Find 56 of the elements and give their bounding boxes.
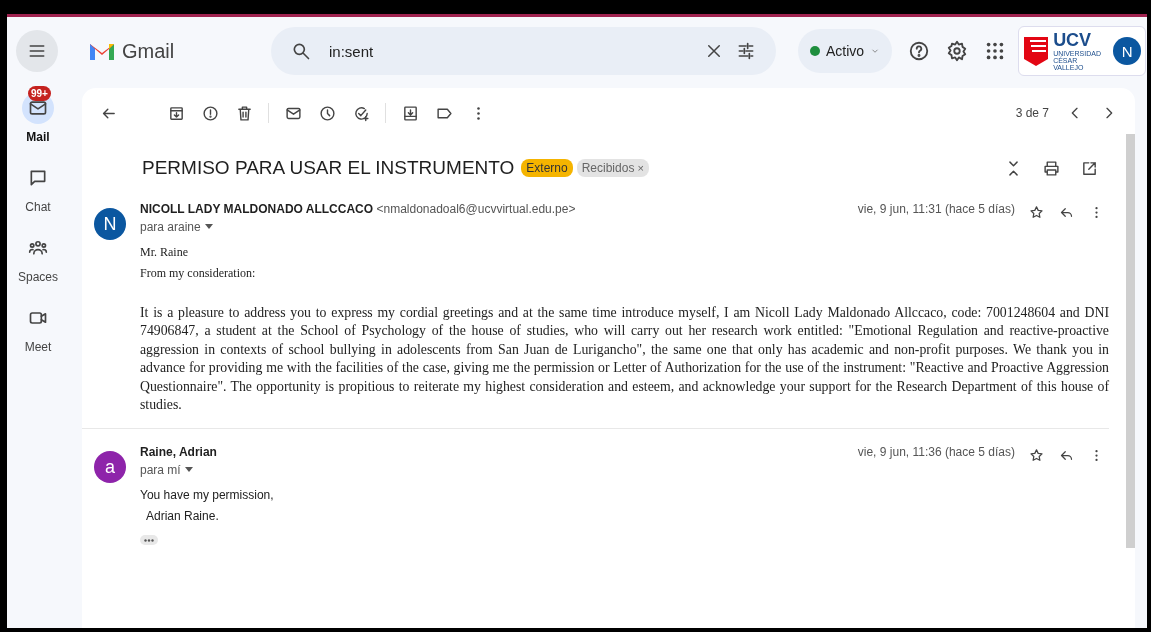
- add-task-icon[interactable]: [352, 104, 370, 122]
- star-icon[interactable]: [1028, 447, 1044, 463]
- filter-icon[interactable]: [736, 41, 756, 61]
- scrollbar[interactable]: [1126, 134, 1135, 548]
- archive-icon[interactable]: [167, 104, 185, 122]
- account-avatar: N: [1113, 37, 1142, 65]
- trash-icon[interactable]: [235, 104, 253, 122]
- people-icon: [28, 238, 48, 258]
- rail-item[interactable]: Spaces: [8, 225, 68, 295]
- message-date: vie, 9 jun, 11:31 (hace 5 días): [857, 202, 1015, 216]
- print-icon[interactable]: [1042, 159, 1060, 177]
- caret-icon: [870, 48, 881, 54]
- app-name: Gmail: [122, 39, 175, 63]
- clock-icon[interactable]: [318, 104, 336, 122]
- sender-avatar: N: [94, 208, 126, 240]
- help-icon[interactable]: [908, 40, 931, 62]
- email-subject: PERMISO PARA USAR EL INSTRUMENTO: [142, 157, 515, 179]
- label-chip[interactable]: Recibidos ×: [576, 159, 649, 177]
- mail-icon: [28, 98, 48, 118]
- dropdown-icon[interactable]: [184, 467, 193, 474]
- remove-icon[interactable]: ×: [637, 162, 644, 174]
- sender-email: <nmaldonadoal6@ucvvirtual.edu.pe>: [376, 202, 576, 216]
- settings-icon[interactable]: [946, 40, 969, 62]
- search-field[interactable]: in:sent: [271, 27, 776, 75]
- dropdown-icon[interactable]: [204, 224, 213, 230]
- body-line: Adrian Raine.: [145, 508, 220, 526]
- move-to-icon[interactable]: [401, 104, 419, 122]
- shield-logo-icon: [1023, 35, 1050, 67]
- sender-name: NICOLL LADY MALDONADO ALLCCACO: [140, 202, 374, 216]
- body-paragraph: It is a pleasure to address you to express my cordial greetings and at the same time introduce myself, I am Nicoll Lady Maldonado Allccaco, code: 7001248604 and DNI 74906847, a student at the School of Psychology of the house of studies, who will carry out her research work entitled: "Emotional Regulation and reactive-proactive aggression in contexts of school bullying in adolescents from San Juan de Lurigancho", the same one that only has academic and non-profit purposes. We thank you in advance for providing me with the facilities of the case, giving me the permission or Letter of Authorization for the use of the instrument: "Reactive and Proactive Aggression Questionnaire". The opportunity is propitious to reiterate my highest consideration and esteem, and acknowledge your support for the Research Department of this house of studies.: [140, 304, 1109, 415]
- search-icon[interactable]: [291, 41, 311, 61]
- organization-name: UCV: [1053, 31, 1093, 49]
- ellipsis-icon: [144, 538, 154, 542]
- search-input[interactable]: in:sent: [327, 41, 698, 61]
- message-date: vie, 9 jun, 11:36 (hace 5 días): [857, 445, 1015, 460]
- chat-icon: [28, 168, 48, 188]
- sender-avatar: a: [94, 451, 126, 484]
- menu-button[interactable]: [16, 30, 58, 72]
- label-chip[interactable]: Externo: [521, 159, 573, 177]
- body-line: You have my permission,: [140, 487, 275, 505]
- body-line: Mr. Raine: [140, 244, 189, 261]
- show-trimmed-button[interactable]: [140, 535, 158, 546]
- report-icon[interactable]: [201, 104, 219, 122]
- recipient-text: para mí: [140, 463, 181, 478]
- unread-count-badge: 99+: [28, 86, 51, 101]
- rail-item[interactable]: Chat: [8, 155, 68, 225]
- rail-item[interactable]: Meet: [8, 295, 68, 365]
- open-in-new-icon[interactable]: [1080, 159, 1098, 177]
- body-line: From my consideration:: [140, 265, 257, 282]
- status-button[interactable]: Activo: [798, 29, 893, 73]
- rail-item[interactable]: 99+ Mail: [8, 85, 68, 155]
- pagination-text: 3 de 7: [1015, 106, 1049, 120]
- close-icon[interactable]: [705, 42, 723, 60]
- sender-name: Raine, Adrian: [140, 445, 217, 460]
- recipient-text: para araine: [140, 220, 201, 234]
- star-icon[interactable]: [1028, 204, 1044, 220]
